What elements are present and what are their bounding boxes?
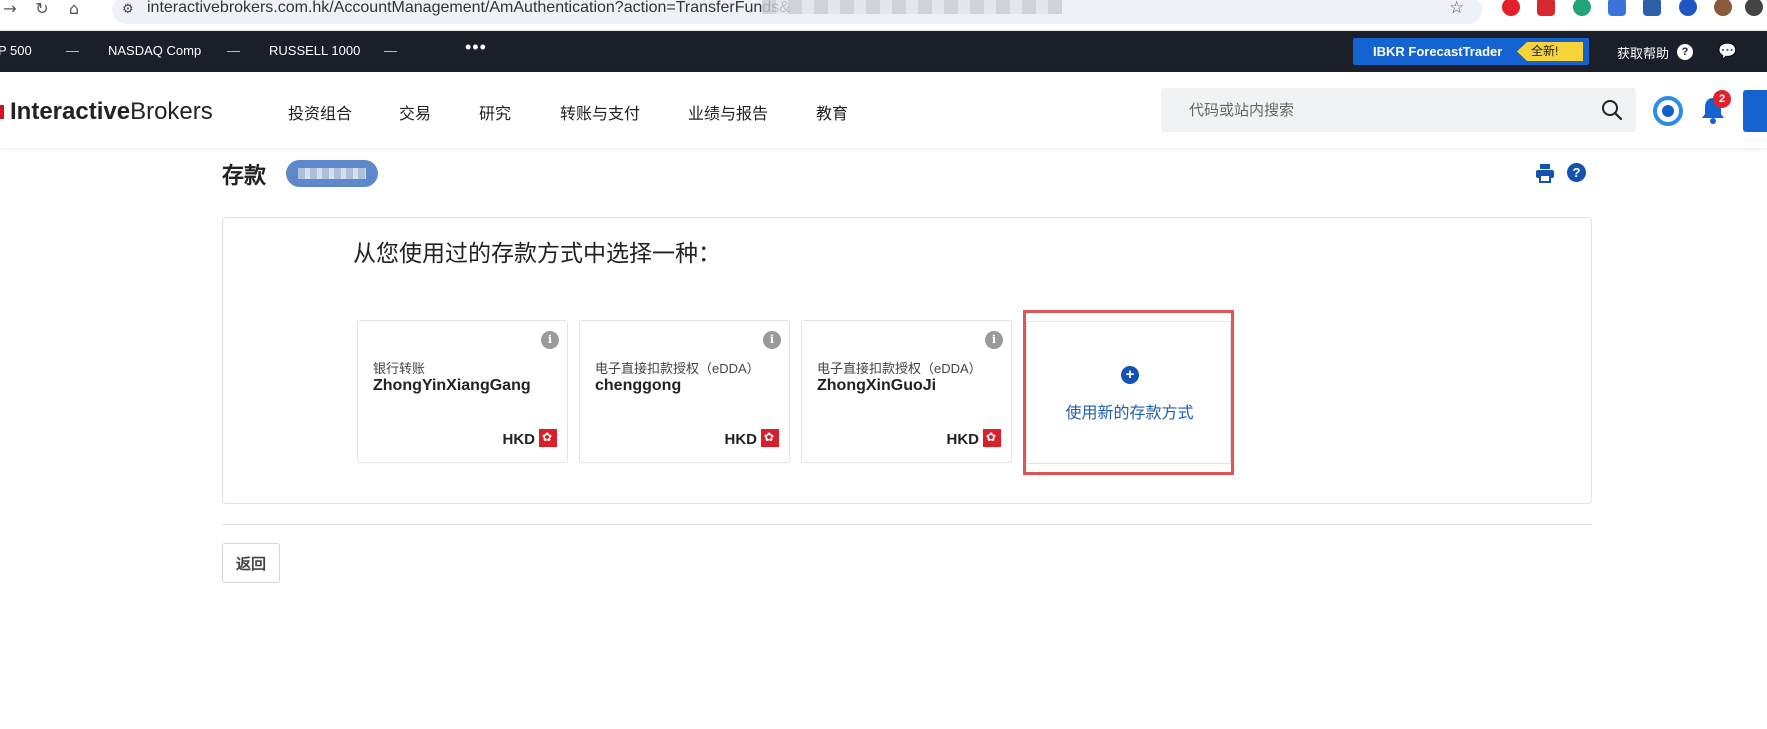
back-button[interactable]: 返回: [222, 543, 280, 583]
browser-toolbar: → ↻ ⌂ ⚙ interactivebrokers.com.hk/Accoun…: [0, 0, 1767, 31]
address-bar[interactable]: ⚙ interactivebrokers.com.hk/AccountManag…: [112, 0, 1482, 24]
method-name: ZhongYinXiangGang: [373, 377, 531, 394]
method-name: chenggong: [595, 377, 682, 394]
new-badge: 全新!: [1517, 42, 1583, 61]
market-ticker-bar: P 500 — NASDAQ Comp — RUSSELL 1000 — •••…: [0, 31, 1767, 72]
url-text[interactable]: interactivebrokers.com.hk/AccountManagem…: [147, 0, 790, 17]
bookmark-star-icon[interactable]: ☆: [1449, 0, 1464, 18]
forecasttrader-button[interactable]: IBKR ForecastTrader 全新!: [1353, 38, 1589, 65]
method-name: ZhongXinGuoJi: [817, 377, 937, 394]
extension-icon-2[interactable]: [1537, 0, 1555, 16]
url-redacted: [762, 0, 1062, 14]
info-icon[interactable]: i: [985, 331, 1003, 349]
hong-kong-flag-icon: [539, 429, 557, 447]
help-circle-icon[interactable]: ?: [1677, 44, 1693, 60]
ticker-value-sp500: —: [66, 43, 79, 58]
hong-kong-flag-icon: [761, 429, 779, 447]
deposit-methods-panel: 从您使用过的存款方式中选择一种： i 银行转账 ZhongYinXiangGan…: [222, 217, 1592, 504]
user-profile-icon[interactable]: [1653, 96, 1683, 126]
new-deposit-method-highlight: + 使用新的存款方式: [1023, 310, 1234, 475]
reload-icon[interactable]: ↻: [30, 0, 54, 20]
panel-heading: 从您使用过的存款方式中选择一种：: [353, 240, 721, 266]
logo-text-strong: Interactive: [10, 98, 131, 125]
method-type: 电子直接扣款授权（eDDA）: [817, 361, 982, 376]
search-input[interactable]: [1189, 99, 1569, 121]
deposit-method-card-2[interactable]: i 电子直接扣款授权（eDDA） chenggong HKD: [579, 320, 790, 463]
nav-trade[interactable]: 交易: [399, 100, 431, 124]
extension-icon-3[interactable]: [1573, 0, 1591, 16]
notification-count-badge: 2: [1713, 90, 1731, 108]
extensions-menu-icon[interactable]: [1745, 0, 1763, 16]
nav-portfolio[interactable]: 投资组合: [288, 100, 352, 124]
page-help-icon[interactable]: ?: [1567, 163, 1586, 182]
nav-transfer-pay[interactable]: 转账与支付: [560, 100, 640, 124]
print-icon[interactable]: [1535, 163, 1555, 183]
extension-icon-4[interactable]: [1608, 0, 1626, 16]
hong-kong-flag-icon: [983, 429, 1001, 447]
extension-icon-6[interactable]: [1679, 0, 1697, 16]
ticker-value-russell: —: [384, 43, 397, 58]
site-settings-icon[interactable]: ⚙: [122, 2, 134, 17]
site-header: InteractiveBrokers 投资组合 交易 研究 转账与支付 业绩与报…: [0, 72, 1767, 148]
method-currency: HKD: [946, 431, 980, 448]
ticker-label-sp500[interactable]: P 500: [0, 43, 32, 58]
more-icon[interactable]: •••: [465, 37, 487, 58]
nav-education[interactable]: 教育: [816, 100, 848, 124]
method-type: 电子直接扣款授权（eDDA）: [595, 361, 760, 376]
search-box: [1161, 88, 1636, 132]
ticker-value-nasdaq: —: [227, 43, 240, 58]
extension-icon-5[interactable]: [1643, 0, 1661, 16]
deposit-method-card-1[interactable]: i 银行转账 ZhongYinXiangGang HKD: [357, 320, 568, 463]
forward-icon[interactable]: →: [0, 0, 22, 20]
new-deposit-method-label: 使用新的存款方式: [1065, 405, 1194, 422]
ticker-label-nasdaq[interactable]: NASDAQ Comp: [108, 43, 201, 58]
plus-icon: +: [1121, 366, 1139, 384]
extension-icon-1[interactable]: [1502, 0, 1520, 16]
logo-mark-icon: [0, 105, 4, 119]
method-currency: HKD: [724, 431, 758, 448]
info-icon[interactable]: i: [763, 331, 781, 349]
header-action-button[interactable]: [1743, 90, 1767, 132]
search-icon[interactable]: [1600, 98, 1624, 122]
forecasttrader-label: IBKR ForecastTrader: [1373, 44, 1503, 59]
info-icon[interactable]: i: [541, 331, 559, 349]
method-type: 银行转账: [373, 361, 426, 376]
profile-avatar-icon[interactable]: [1714, 0, 1732, 16]
deposit-method-card-3[interactable]: i 电子直接扣款授权（eDDA） ZhongXinGuoJi HKD: [801, 320, 1012, 463]
nav-performance-reports[interactable]: 业绩与报告: [688, 100, 768, 124]
get-help-link[interactable]: 获取帮助: [1617, 43, 1669, 62]
page-title: 存款: [222, 163, 267, 188]
new-deposit-method-card[interactable]: + 使用新的存款方式: [1026, 321, 1231, 464]
ticker-label-russell[interactable]: RUSSELL 1000: [269, 43, 360, 58]
nav-research[interactable]: 研究: [479, 100, 511, 124]
method-currency: HKD: [502, 431, 536, 448]
account-selector-pill[interactable]: [286, 160, 378, 187]
logo-text-light: Brokers: [130, 98, 213, 125]
home-icon[interactable]: ⌂: [62, 0, 86, 20]
interactive-brokers-logo[interactable]: InteractiveBrokers: [0, 98, 213, 126]
chat-icon[interactable]: 💬: [1718, 42, 1737, 60]
section-divider: [222, 524, 1592, 525]
